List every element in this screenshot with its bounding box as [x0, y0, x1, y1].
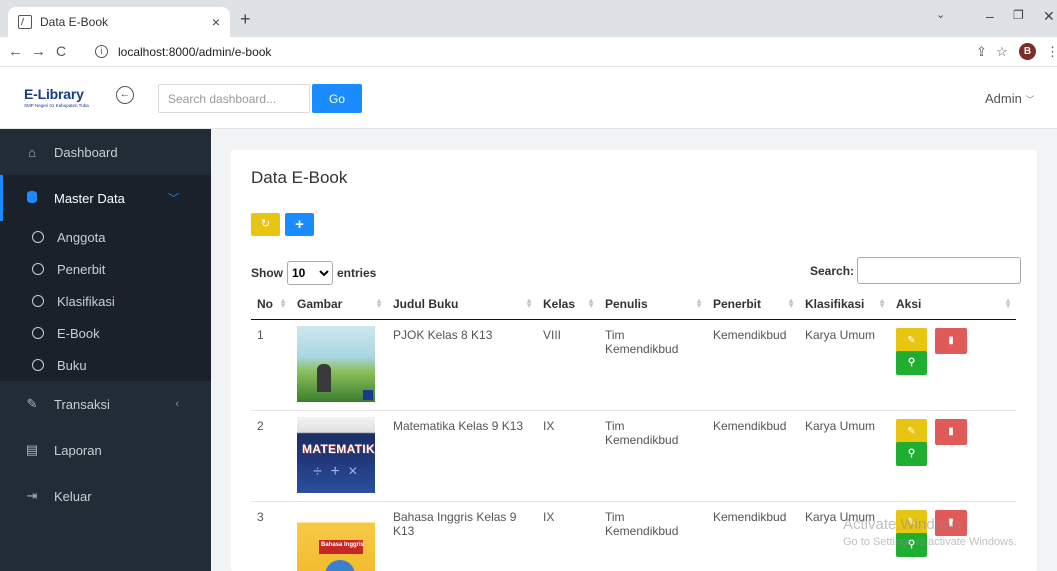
sidebar-subitem-e-book[interactable]: E-Book	[0, 317, 211, 349]
col-kelas[interactable]: Kelas ▲ ▼	[537, 289, 599, 320]
sort-icon: ▲ ▼	[787, 296, 795, 310]
sidebar-subitem-anggota[interactable]: Anggota	[0, 221, 211, 253]
table-row: 2 MATEMATIKA÷ + × Matematika Kelas 9 K13…	[251, 410, 1016, 502]
sort-icon: ▲ ▼	[878, 296, 886, 310]
back-arrow-icon[interactable]: ←	[8, 43, 23, 60]
book-cover-image	[297, 325, 375, 402]
trash-icon: ▮	[948, 334, 954, 346]
go-button[interactable]: Go	[312, 84, 362, 113]
col-penerbit[interactable]: Penerbit ▲ ▼	[707, 289, 799, 320]
minimize-icon[interactable]: –	[986, 8, 994, 24]
reload-icon[interactable]: C	[56, 43, 66, 59]
circle-icon	[32, 231, 44, 243]
circle-icon	[32, 327, 44, 339]
col-no[interactable]: No ▲ ▼	[251, 289, 291, 320]
view-button[interactable]: ⚲	[896, 441, 927, 466]
table-search: Search:	[810, 257, 1022, 284]
browser-tabbar: Data E-Book × + ⌄ – ❐ ✕	[0, 0, 1057, 37]
address-bar: ← → C i localhost:8000/admin/e-book ⇪ ☆ …	[0, 37, 1057, 67]
logout-icon: ⇥	[26, 488, 38, 503]
chevron-down-icon: ﹀	[168, 193, 179, 205]
page-title: Data E-Book	[251, 168, 348, 187]
pencil-icon: ✎	[907, 425, 916, 437]
bookmark-star-icon[interactable]: ☆	[996, 44, 1008, 60]
view-button[interactable]: ⚲	[896, 350, 927, 375]
sidebar-subitem-penerbit[interactable]: Penerbit	[0, 253, 211, 285]
tab-title: Data E-Book	[40, 15, 109, 29]
chevron-down-icon: ﹀	[1025, 95, 1035, 105]
url-text[interactable]: localhost:8000/admin/e-book	[118, 45, 271, 59]
share-icon[interactable]: ⇪	[976, 44, 987, 60]
sort-icon: ▲ ▼	[695, 296, 703, 310]
chevron-left-icon: ‹	[175, 398, 179, 410]
entries-select[interactable]: 10	[287, 261, 333, 285]
sort-icon: ▲ ▼	[587, 296, 595, 310]
search-icon: ⚲	[907, 447, 916, 459]
edit-button[interactable]: ✎	[896, 418, 927, 445]
sort-icon: ▲ ▼	[375, 296, 383, 310]
report-icon: ▤	[25, 442, 39, 457]
sidebar-item-laporan[interactable]: ▤ Laporan	[0, 427, 211, 473]
sort-icon: ▲ ▼	[279, 296, 287, 310]
add-ebook-button[interactable]: +	[285, 213, 314, 236]
book-cover-image: MATEMATIKA÷ + ×	[297, 416, 375, 493]
edit-button[interactable]: ✎	[896, 327, 927, 354]
delete-button[interactable]: ▮	[935, 327, 967, 354]
search-dashboard-input[interactable]	[158, 84, 310, 113]
database-icon	[24, 190, 40, 206]
close-window-icon[interactable]: ✕	[1043, 8, 1055, 25]
circle-icon	[32, 263, 44, 275]
circle-icon	[32, 359, 44, 371]
refresh-button[interactable]: ↻	[251, 213, 280, 236]
sidebar-item-master-data[interactable]: Master Data ﹀	[0, 175, 211, 221]
sidebar-subitem-klasifikasi[interactable]: Klasifikasi	[0, 285, 211, 317]
app-header: E-Library SMP Negeri 01 Kabupaten Tuba ←…	[0, 67, 1057, 129]
sort-icon: ▲ ▼	[525, 296, 533, 310]
search-icon: ⚲	[907, 356, 916, 368]
tab-close-icon[interactable]: ×	[212, 14, 220, 30]
sidebar-item-transaksi[interactable]: ✎ Transaksi ‹	[0, 381, 211, 427]
forward-arrow-icon[interactable]: →	[31, 43, 46, 60]
col-aksi[interactable]: Aksi ▲ ▼	[890, 289, 1016, 320]
circle-icon	[32, 295, 44, 307]
col-gambar[interactable]: Gambar ▲ ▼	[291, 289, 387, 320]
delete-button[interactable]: ▮	[935, 418, 967, 445]
menu-dots-icon[interactable]: ⋮	[1046, 44, 1057, 60]
home-icon: ⌂	[28, 144, 36, 160]
info-icon[interactable]: i	[95, 45, 108, 58]
sidebar-item-keluar[interactable]: ⇥ Keluar	[0, 473, 211, 519]
browser-tab[interactable]: Data E-Book ×	[8, 7, 230, 37]
table-row: 1 PJOK Kelas 8 K13 VIII Tim Kemendikbud …	[251, 319, 1016, 411]
tab-search-icon[interactable]: ⌄	[936, 8, 945, 21]
table-search-input[interactable]	[857, 257, 1022, 284]
sidebar: ⌂ Dashboard Master Data ﹀ Anggota Penerb…	[0, 129, 211, 571]
sort-icon: ▲ ▼	[1004, 296, 1012, 310]
sidebar-subitem-buku[interactable]: Buku	[0, 349, 211, 381]
ebook-card: Data E-Book ↻ + Show 10 entries Search: …	[231, 150, 1037, 571]
restore-icon[interactable]: ❐	[1013, 8, 1024, 22]
user-menu[interactable]: Admin ﹀	[985, 91, 1035, 106]
favicon-icon	[18, 15, 32, 29]
entries-control: Show 10 entries	[251, 261, 376, 285]
refresh-icon: ↻	[260, 218, 271, 230]
pencil-icon: ✎	[907, 334, 916, 346]
plus-icon: +	[295, 216, 304, 233]
col-klasifikasi[interactable]: Klasifikasi ▲ ▼	[799, 289, 890, 320]
col-penulis[interactable]: Penulis ▲ ▼	[599, 289, 707, 320]
sidebar-toggle-icon[interactable]: ←	[116, 86, 134, 104]
table-header-row: No ▲ ▼ Gambar ▲ ▼ Judul Buku ▲ ▼ Kelas ▲ ▼ Penul…	[251, 289, 1016, 320]
book-cover-image: Bahasa Inggris	[297, 507, 375, 571]
pencil-icon: ✎	[26, 396, 38, 411]
new-tab-button[interactable]: +	[240, 9, 251, 30]
app-logo[interactable]: E-Library SMP Negeri 01 Kabupaten Tuba	[24, 86, 89, 108]
trash-icon: ▮	[948, 425, 954, 437]
windows-activation-watermark: Activate Windows Go to Settings to activ…	[843, 516, 1017, 548]
sidebar-item-dashboard[interactable]: ⌂ Dashboard	[0, 129, 211, 175]
col-judul-buku[interactable]: Judul Buku ▲ ▼	[387, 289, 537, 320]
profile-avatar[interactable]: B	[1019, 43, 1036, 60]
